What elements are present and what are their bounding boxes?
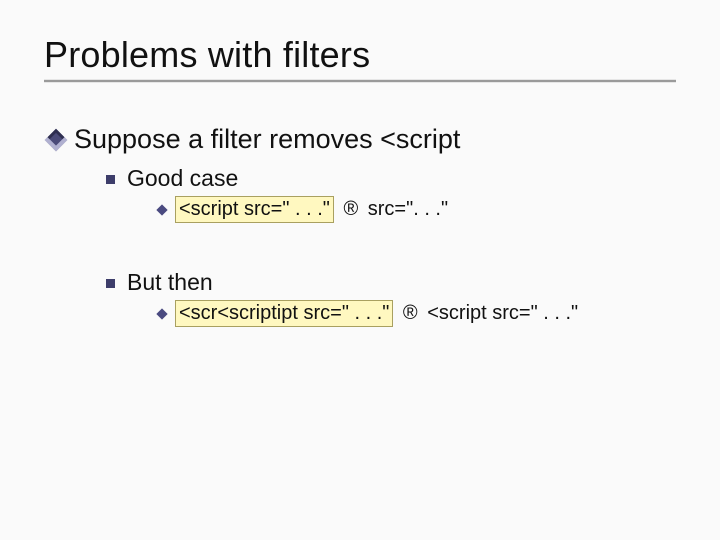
goodcase-label: Good case	[127, 165, 238, 192]
square-icon	[106, 279, 115, 288]
square-icon	[106, 175, 115, 184]
butthen-highlight: <scr<scriptipt src=" . . ."	[175, 300, 393, 327]
title-underline	[44, 80, 676, 82]
slide-title: Problems with filters	[44, 34, 676, 76]
goodcase-highlight: <script src=" . . ."	[175, 196, 334, 223]
bullet-level3-goodcase-item: <script src=" . . ." ® src=". . ."	[158, 196, 676, 223]
bullet-level1: Suppose a filter removes <script	[48, 124, 676, 155]
bullet-level1-text: Suppose a filter removes <script	[74, 124, 460, 155]
arrow-icon: ®	[334, 198, 368, 220]
butthen-label: But then	[127, 269, 213, 296]
goodcase-content: <script src=" . . ." ® src=". . ."	[175, 196, 448, 223]
diamond-small-icon	[156, 308, 167, 319]
butthen-after: <script src=" . . ."	[427, 302, 578, 324]
diamond-small-icon	[156, 204, 167, 215]
bullet-level2-butthen: But then	[106, 269, 676, 296]
diamond-icon	[45, 128, 68, 151]
slide: Problems with filters Suppose a filter r…	[0, 0, 720, 540]
butthen-content: <scr<scriptipt src=" . . ." ® <script sr…	[175, 300, 578, 327]
bullet-level3-butthen-item: <scr<scriptipt src=" . . ." ® <script sr…	[158, 300, 676, 327]
bullet-level2-goodcase: Good case	[106, 165, 676, 192]
goodcase-after: src=". . ."	[368, 198, 448, 220]
arrow-icon: ®	[393, 302, 427, 324]
